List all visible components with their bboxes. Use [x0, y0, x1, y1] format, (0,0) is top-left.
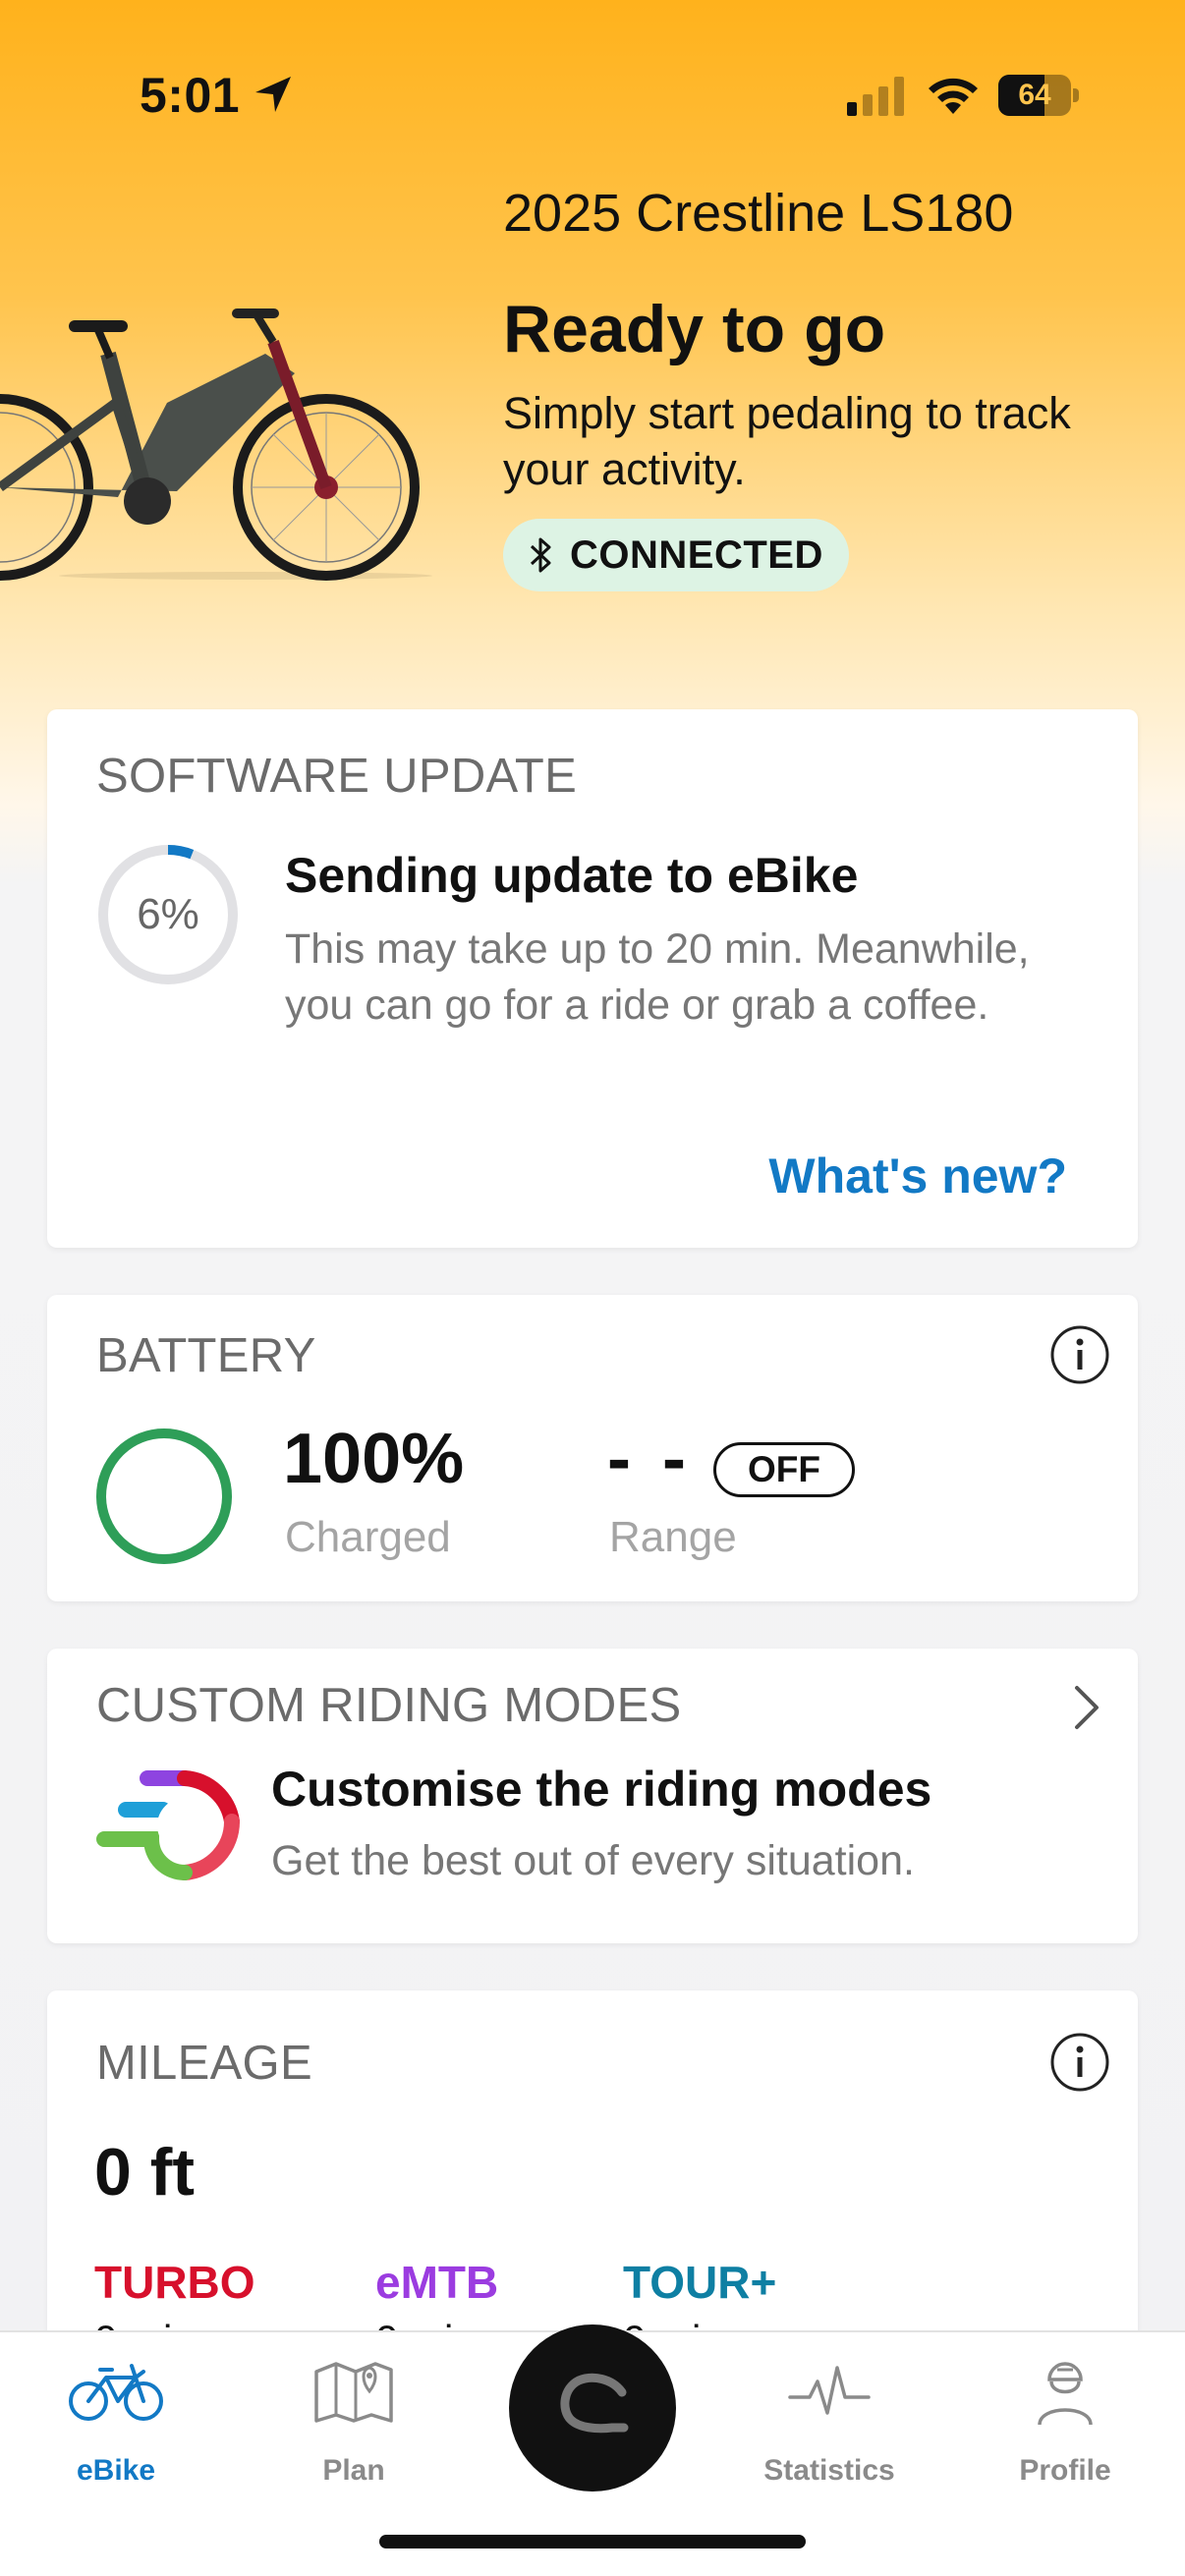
custom-riding-modes-label: CUSTOM RIDING MODES [96, 1679, 682, 1732]
info-icon[interactable] [1049, 1324, 1110, 1385]
range-value: - - [607, 1420, 692, 1498]
activity-icon [788, 2366, 871, 2415]
status-bar: 5:01 64 [0, 0, 1185, 187]
tab-label: Profile [1019, 2454, 1111, 2487]
battery-percent: 64 [1018, 79, 1051, 111]
tab-label: Statistics [763, 2454, 895, 2487]
battery-charge-ring [92, 1425, 236, 1568]
battery-charge-value: 100% [283, 1420, 465, 1498]
update-title: Sending update to eBike [285, 848, 859, 903]
map-icon [314, 2362, 393, 2423]
battery-status-icon: 64 [998, 75, 1079, 116]
ride-status-subtitle: Simply start pedaling to track your acti… [503, 388, 1071, 494]
mode-name: eMTB [375, 2257, 499, 2308]
connection-status-label: CONNECTED [570, 533, 823, 577]
bike-icon [69, 2364, 163, 2421]
update-progress-ring: 6% [94, 841, 242, 988]
update-description: This may take up to 20 min. Meanwhile, y… [285, 925, 1030, 1029]
tab-label: Plan [322, 2454, 385, 2487]
tab-ebike[interactable]: eBike [18, 2332, 214, 2490]
connection-status-badge: CONNECTED [503, 519, 849, 591]
cellular-signal-icon [847, 77, 904, 116]
rider-profile-icon [1038, 2362, 1093, 2426]
mode-name: TOUR+ [623, 2257, 777, 2308]
mileage-label: MILEAGE [96, 2037, 312, 2090]
specialized-center-button[interactable] [509, 2324, 676, 2492]
software-update-label: SOFTWARE UPDATE [96, 750, 578, 803]
update-progress-percent: 6% [137, 890, 199, 938]
mode-name: TURBO [94, 2257, 255, 2308]
custom-riding-modes-title: Customise the riding modes [271, 1762, 932, 1817]
tab-plan[interactable]: Plan [255, 2332, 452, 2490]
custom-riding-modes-card[interactable]: CUSTOM RIDING MODES Customise the riding… [47, 1649, 1138, 1943]
info-icon[interactable] [1049, 2032, 1110, 2093]
software-update-card: SOFTWARE UPDATE 6% Sending update to eBi… [47, 709, 1138, 1248]
battery-card: BATTERY 100% Charged - - OFF Range [47, 1295, 1138, 1601]
custom-riding-modes-subtitle: Get the best out of every situation. [271, 1837, 915, 1884]
tab-statistics[interactable]: Statistics [731, 2332, 928, 2490]
range-caption: Range [609, 1513, 737, 1561]
whats-new-link[interactable]: What's new? [768, 1148, 1067, 1204]
specialized-logo-icon [560, 2373, 629, 2434]
ebike-image [0, 308, 432, 581]
mileage-total: 0 ft [94, 2135, 195, 2210]
chevron-right-icon[interactable] [1069, 1682, 1104, 1733]
status-time: 5:01 [140, 68, 241, 123]
home-indicator[interactable] [379, 2535, 806, 2548]
bike-model-name: 2025 Crestline LS180 [503, 184, 1014, 243]
bluetooth-icon [530, 537, 551, 573]
wifi-icon [929, 78, 978, 114]
tab-label: eBike [76, 2454, 156, 2487]
battery-label: BATTERY [96, 1329, 316, 1382]
range-toggle-badge[interactable]: OFF [713, 1442, 855, 1497]
location-arrow-icon [255, 77, 291, 112]
ride-status-title: Ready to go [503, 292, 886, 366]
tab-profile[interactable]: Profile [967, 2332, 1163, 2490]
riding-modes-icon [96, 1770, 241, 1880]
battery-charge-caption: Charged [285, 1513, 451, 1561]
